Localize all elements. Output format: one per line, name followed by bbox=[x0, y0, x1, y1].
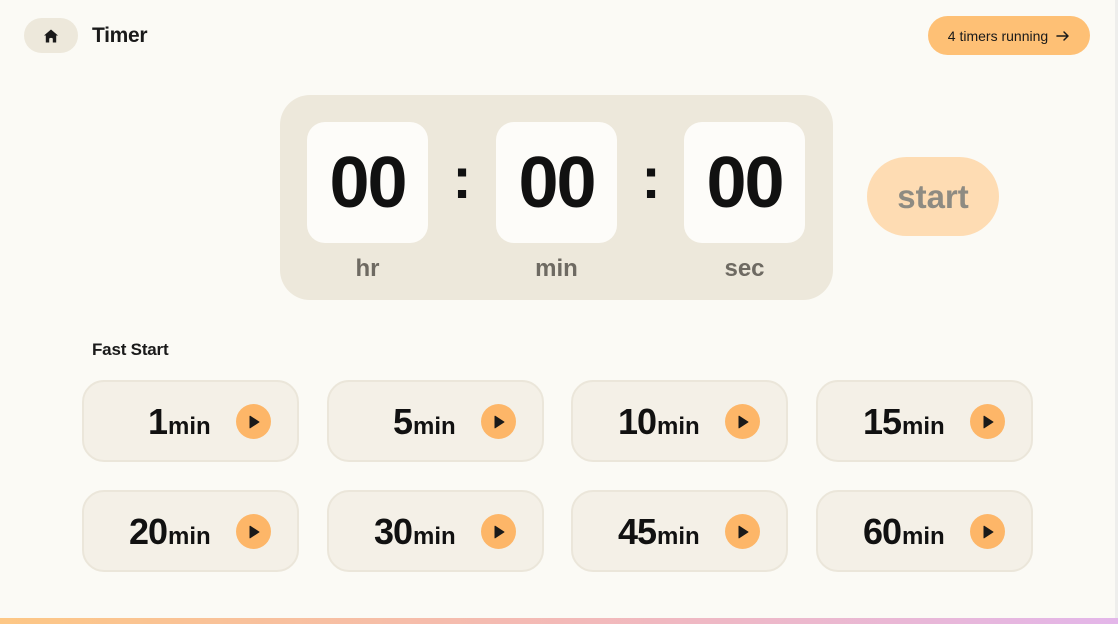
preset-unit-label: min bbox=[657, 413, 700, 440]
fast-start-preset-button[interactable]: 1 min bbox=[82, 380, 299, 462]
preset-minutes-value: 5 bbox=[392, 401, 413, 442]
play-icon[interactable] bbox=[481, 514, 516, 549]
preset-unit-label: min bbox=[902, 413, 945, 440]
preset-unit-label: min bbox=[902, 523, 945, 550]
fast-start-preset-button[interactable]: 30 min bbox=[327, 490, 544, 572]
play-icon[interactable] bbox=[481, 404, 516, 439]
fast-start-preset-button[interactable]: 5 min bbox=[327, 380, 544, 462]
play-icon[interactable] bbox=[236, 404, 271, 439]
play-icon[interactable] bbox=[970, 404, 1005, 439]
home-button[interactable] bbox=[24, 18, 78, 53]
seconds-display[interactable]: 00 bbox=[684, 122, 805, 243]
preset-unit-label: min bbox=[413, 523, 456, 550]
play-icon[interactable] bbox=[725, 514, 760, 549]
time-separator: : bbox=[641, 145, 661, 211]
preset-minutes-value: 60 bbox=[862, 511, 902, 552]
minutes-label: min bbox=[535, 255, 578, 282]
minutes-display[interactable]: 00 bbox=[496, 122, 617, 243]
play-icon[interactable] bbox=[970, 514, 1005, 549]
fast-start-preset-button[interactable]: 45 min bbox=[571, 490, 788, 572]
timers-running-button[interactable]: 4 timers running bbox=[928, 16, 1090, 55]
arrow-right-icon bbox=[1056, 30, 1069, 41]
start-button[interactable]: start bbox=[867, 157, 999, 236]
preset-minutes-value: 1 bbox=[147, 401, 168, 442]
timer-display-panel: 00 : 00 : 00 hr min sec bbox=[280, 95, 833, 300]
preset-unit-label: min bbox=[168, 413, 211, 440]
preset-unit-label: min bbox=[657, 523, 700, 550]
preset-minutes-value: 45 bbox=[617, 511, 657, 552]
fast-start-title: Fast Start bbox=[92, 340, 169, 359]
preset-unit-label: min bbox=[168, 523, 211, 550]
timer-page: Timer 4 timers running 00 : 00 : 00 hr m… bbox=[0, 0, 1118, 624]
preset-unit-label: min bbox=[413, 413, 456, 440]
bottom-gradient-bar bbox=[0, 618, 1118, 624]
preset-minutes-value: 10 bbox=[617, 401, 657, 442]
fast-start-preset-button[interactable]: 10 min bbox=[571, 380, 788, 462]
seconds-label: sec bbox=[724, 255, 765, 282]
preset-minutes-value: 15 bbox=[862, 401, 902, 442]
home-icon bbox=[44, 29, 58, 42]
hours-display[interactable]: 00 bbox=[307, 122, 428, 243]
page-title: Timer bbox=[92, 24, 148, 47]
play-icon[interactable] bbox=[725, 404, 760, 439]
fast-start-preset-button[interactable]: 15 min bbox=[816, 380, 1033, 462]
timers-running-label: 4 timers running bbox=[947, 27, 1049, 44]
preset-minutes-value: 20 bbox=[128, 511, 168, 552]
play-icon[interactable] bbox=[236, 514, 271, 549]
fast-start-preset-button[interactable]: 60 min bbox=[816, 490, 1033, 572]
hours-label: hr bbox=[355, 255, 380, 282]
fast-start-preset-button[interactable]: 20 min bbox=[82, 490, 299, 572]
preset-minutes-value: 30 bbox=[373, 511, 413, 552]
time-separator: : bbox=[452, 145, 472, 211]
